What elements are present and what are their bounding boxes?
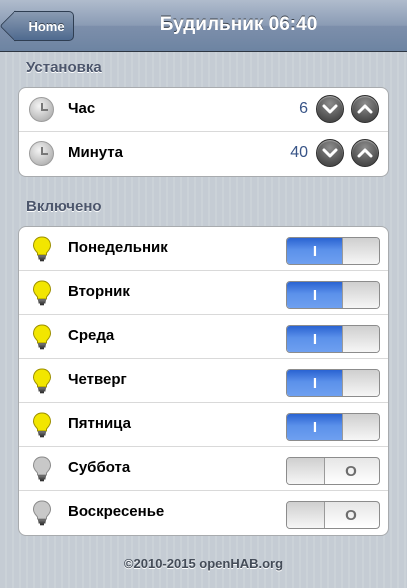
day-label: Четверг (68, 371, 127, 388)
lightbulb-on-icon (32, 412, 52, 438)
chevron-up-icon (357, 148, 373, 158)
day-row: Понедельник I (19, 227, 388, 271)
day-toggle-switch[interactable]: I (286, 237, 380, 265)
page-title: Будильник 06:40 (159, 14, 318, 35)
setup-group: Час 6 Минута 40 (18, 87, 389, 177)
lightbulb-off-icon (32, 500, 52, 526)
section-title-setup: Установка (26, 59, 102, 76)
toggle-on-text: I (287, 326, 343, 352)
lightbulb-off-icon (32, 456, 52, 482)
day-row: Суббота O (19, 447, 388, 491)
section-title-enabled: Включено (26, 198, 102, 215)
home-back-label: Home (28, 18, 65, 34)
day-row: Четверг I (19, 359, 388, 403)
clock-icon (29, 97, 54, 122)
toggle-knob[interactable] (287, 502, 325, 528)
setting-label: Минута (68, 144, 123, 161)
day-row: Среда I (19, 315, 388, 359)
toggle-on-text: I (287, 238, 343, 264)
day-row: Воскресенье O (19, 491, 388, 535)
day-row: Пятница I (19, 403, 388, 447)
toggle-on-text: I (287, 370, 343, 396)
day-label: Понедельник (68, 239, 168, 256)
home-back-button[interactable]: Home (14, 11, 74, 41)
back-button-wrap: Home (0, 0, 90, 52)
chevron-down-icon (322, 148, 338, 158)
setting-value: 40 (290, 144, 308, 161)
decrease-button[interactable] (316, 95, 344, 123)
day-label: Суббота (68, 459, 131, 476)
day-label: Воскресенье (68, 503, 165, 520)
increase-button[interactable] (351, 95, 379, 123)
day-label: Среда (68, 327, 115, 344)
lightbulb-on-icon (32, 236, 52, 262)
setting-row-minute: Минута 40 (19, 132, 388, 176)
clock-icon (29, 141, 54, 166)
day-toggle-switch[interactable]: I (286, 413, 380, 441)
day-toggle-switch[interactable]: I (286, 281, 380, 309)
lightbulb-on-icon (32, 280, 52, 306)
increase-button[interactable] (351, 139, 379, 167)
toggle-on-text: I (287, 282, 343, 308)
day-toggle-switch[interactable]: I (286, 325, 380, 353)
lightbulb-on-icon (32, 368, 52, 394)
toggle-off-text: O (345, 463, 357, 480)
day-toggle-switch[interactable]: I (286, 369, 380, 397)
decrease-button[interactable] (316, 139, 344, 167)
setting-label: Час (68, 100, 96, 117)
toggle-knob[interactable] (342, 370, 379, 396)
toggle-off-text: O (345, 507, 357, 524)
top-toolbar: Home Будильник 06:40 (0, 0, 407, 52)
toggle-knob[interactable] (342, 414, 379, 440)
toggle-knob[interactable] (342, 326, 379, 352)
toggle-knob[interactable] (342, 282, 379, 308)
setting-value: 6 (299, 100, 308, 117)
day-label: Вторник (68, 283, 130, 300)
toggle-on-text: I (287, 414, 343, 440)
chevron-down-icon (322, 104, 338, 114)
lightbulb-on-icon (32, 324, 52, 350)
day-toggle-switch[interactable]: O (286, 501, 380, 529)
days-group: Понедельник I Вторник I Среда I Четверг I Пятниц… (18, 226, 389, 536)
day-row: Вторник I (19, 271, 388, 315)
day-toggle-switch[interactable]: O (286, 457, 380, 485)
day-label: Пятница (68, 415, 131, 432)
toggle-knob[interactable] (342, 238, 379, 264)
setting-row-hour: Час 6 (19, 88, 388, 132)
footer-copyright: ©2010-2015 openHAB.org (123, 556, 284, 571)
toggle-knob[interactable] (287, 458, 325, 484)
chevron-up-icon (357, 104, 373, 114)
